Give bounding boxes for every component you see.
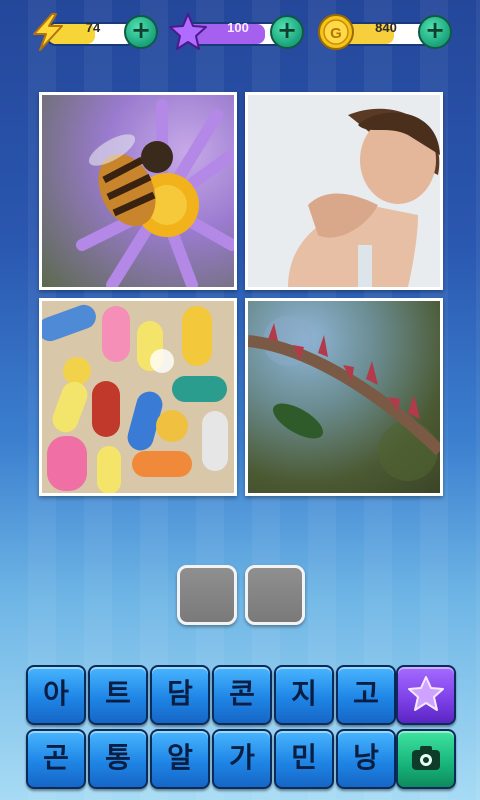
letter-key[interactable]: 곤 <box>26 729 86 789</box>
coin-letter: G <box>330 25 342 42</box>
answer-slot-1[interactable] <box>177 565 237 625</box>
coins-counter: 840 G + <box>316 14 452 50</box>
letter-keyboard: 아 트 담 콘 지 고 곤 통 알 가 민 낭 <box>26 665 456 793</box>
add-energy-button[interactable]: + <box>124 15 158 49</box>
letter-key[interactable]: 민 <box>274 729 334 789</box>
letter-key[interactable]: 담 <box>150 665 210 725</box>
resource-bar: 74 + 100 + 840 G + <box>0 10 480 56</box>
letter-key[interactable]: 알 <box>150 729 210 789</box>
stars-counter: 100 + <box>168 13 304 50</box>
letter-key[interactable]: 고 <box>336 665 396 725</box>
pills-image <box>39 298 237 496</box>
letter-key[interactable]: 지 <box>274 665 334 725</box>
thorny-branch-image <box>245 298 443 496</box>
add-stars-button[interactable]: + <box>270 15 304 49</box>
letter-key[interactable]: 통 <box>88 729 148 789</box>
energy-counter: 74 + <box>28 13 158 51</box>
letter-key[interactable]: 콘 <box>212 665 272 725</box>
letter-key[interactable]: 아 <box>26 665 86 725</box>
star-powerup-button[interactable] <box>396 665 456 725</box>
camera-button[interactable] <box>396 729 456 789</box>
letter-key[interactable]: 트 <box>88 665 148 725</box>
add-coins-button[interactable]: + <box>418 15 452 49</box>
star-powerup-icon <box>408 676 444 711</box>
answer-slot-2[interactable] <box>245 565 305 625</box>
lightning-icon <box>33 13 63 51</box>
letter-key[interactable]: 가 <box>212 729 272 789</box>
neck-pain-image <box>245 92 443 290</box>
letter-key[interactable]: 낭 <box>336 729 396 789</box>
star-icon <box>169 13 207 50</box>
coin-icon: G <box>318 14 354 50</box>
camera-icon <box>412 746 440 770</box>
bee-on-flower-image <box>39 92 237 290</box>
